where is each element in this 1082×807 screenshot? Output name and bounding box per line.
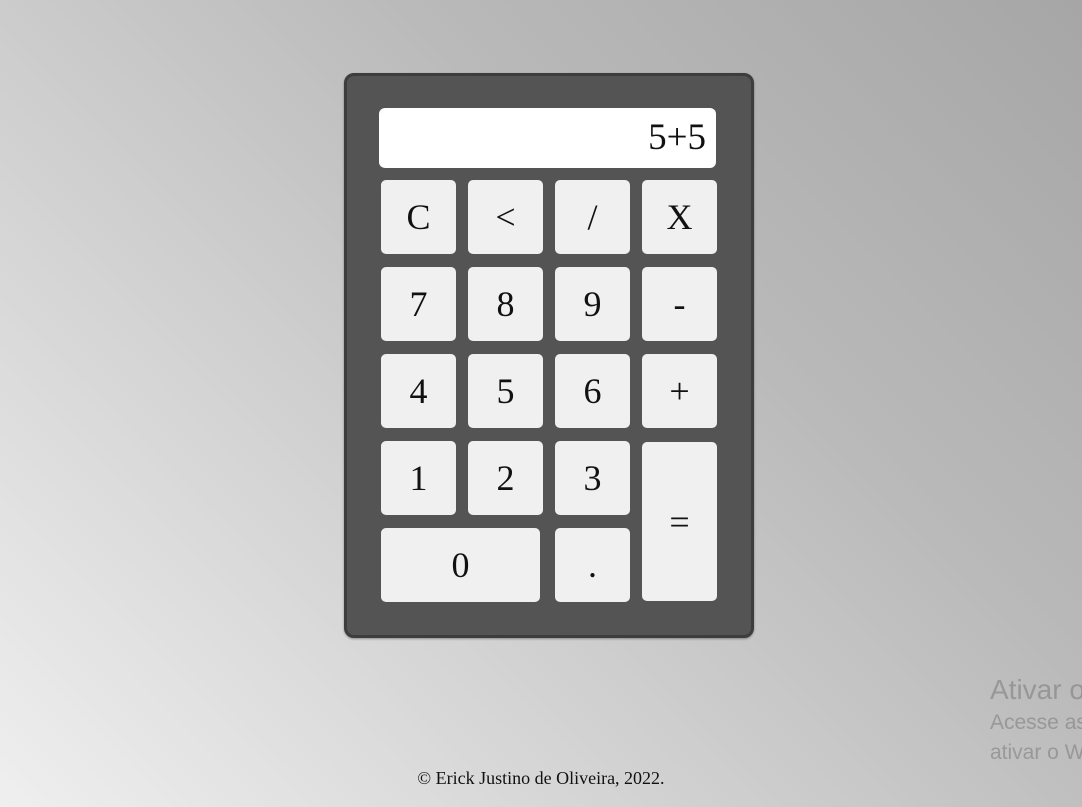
digit-1-button[interactable]: 1	[381, 441, 456, 515]
divide-button[interactable]: /	[555, 180, 630, 254]
decimal-button[interactable]: .	[555, 528, 630, 602]
calculator-display[interactable]	[379, 108, 716, 168]
digit-9-button[interactable]: 9	[555, 267, 630, 341]
equals-button[interactable]: =	[642, 442, 717, 601]
multiply-button[interactable]: X	[642, 180, 717, 254]
digit-3-button[interactable]: 3	[555, 441, 630, 515]
calculator: C < / X 7 8 9 - 4 5 6 + 1 2 3 = 0 .	[344, 73, 754, 638]
watermark-line-2: ativar o Windows.	[990, 741, 1082, 764]
digit-2-button[interactable]: 2	[468, 441, 543, 515]
digit-7-button[interactable]: 7	[381, 267, 456, 341]
backspace-button[interactable]: <	[468, 180, 543, 254]
clear-button[interactable]: C	[381, 180, 456, 254]
digit-8-button[interactable]: 8	[468, 267, 543, 341]
copyright-footer: © Erick Justino de Oliveira, 2022.	[417, 768, 665, 788]
watermark-line-1: Acesse as Configurações para	[990, 711, 1082, 734]
digit-4-button[interactable]: 4	[381, 354, 456, 428]
plus-button[interactable]: +	[642, 354, 717, 428]
digit-5-button[interactable]: 5	[468, 354, 543, 428]
windows-activation-watermark: Ativar o Windows Acesse as Configurações…	[990, 672, 1082, 768]
watermark-title: Ativar o Windows	[990, 674, 1082, 705]
digit-6-button[interactable]: 6	[555, 354, 630, 428]
digit-0-button[interactable]: 0	[381, 528, 540, 602]
minus-button[interactable]: -	[642, 267, 717, 341]
